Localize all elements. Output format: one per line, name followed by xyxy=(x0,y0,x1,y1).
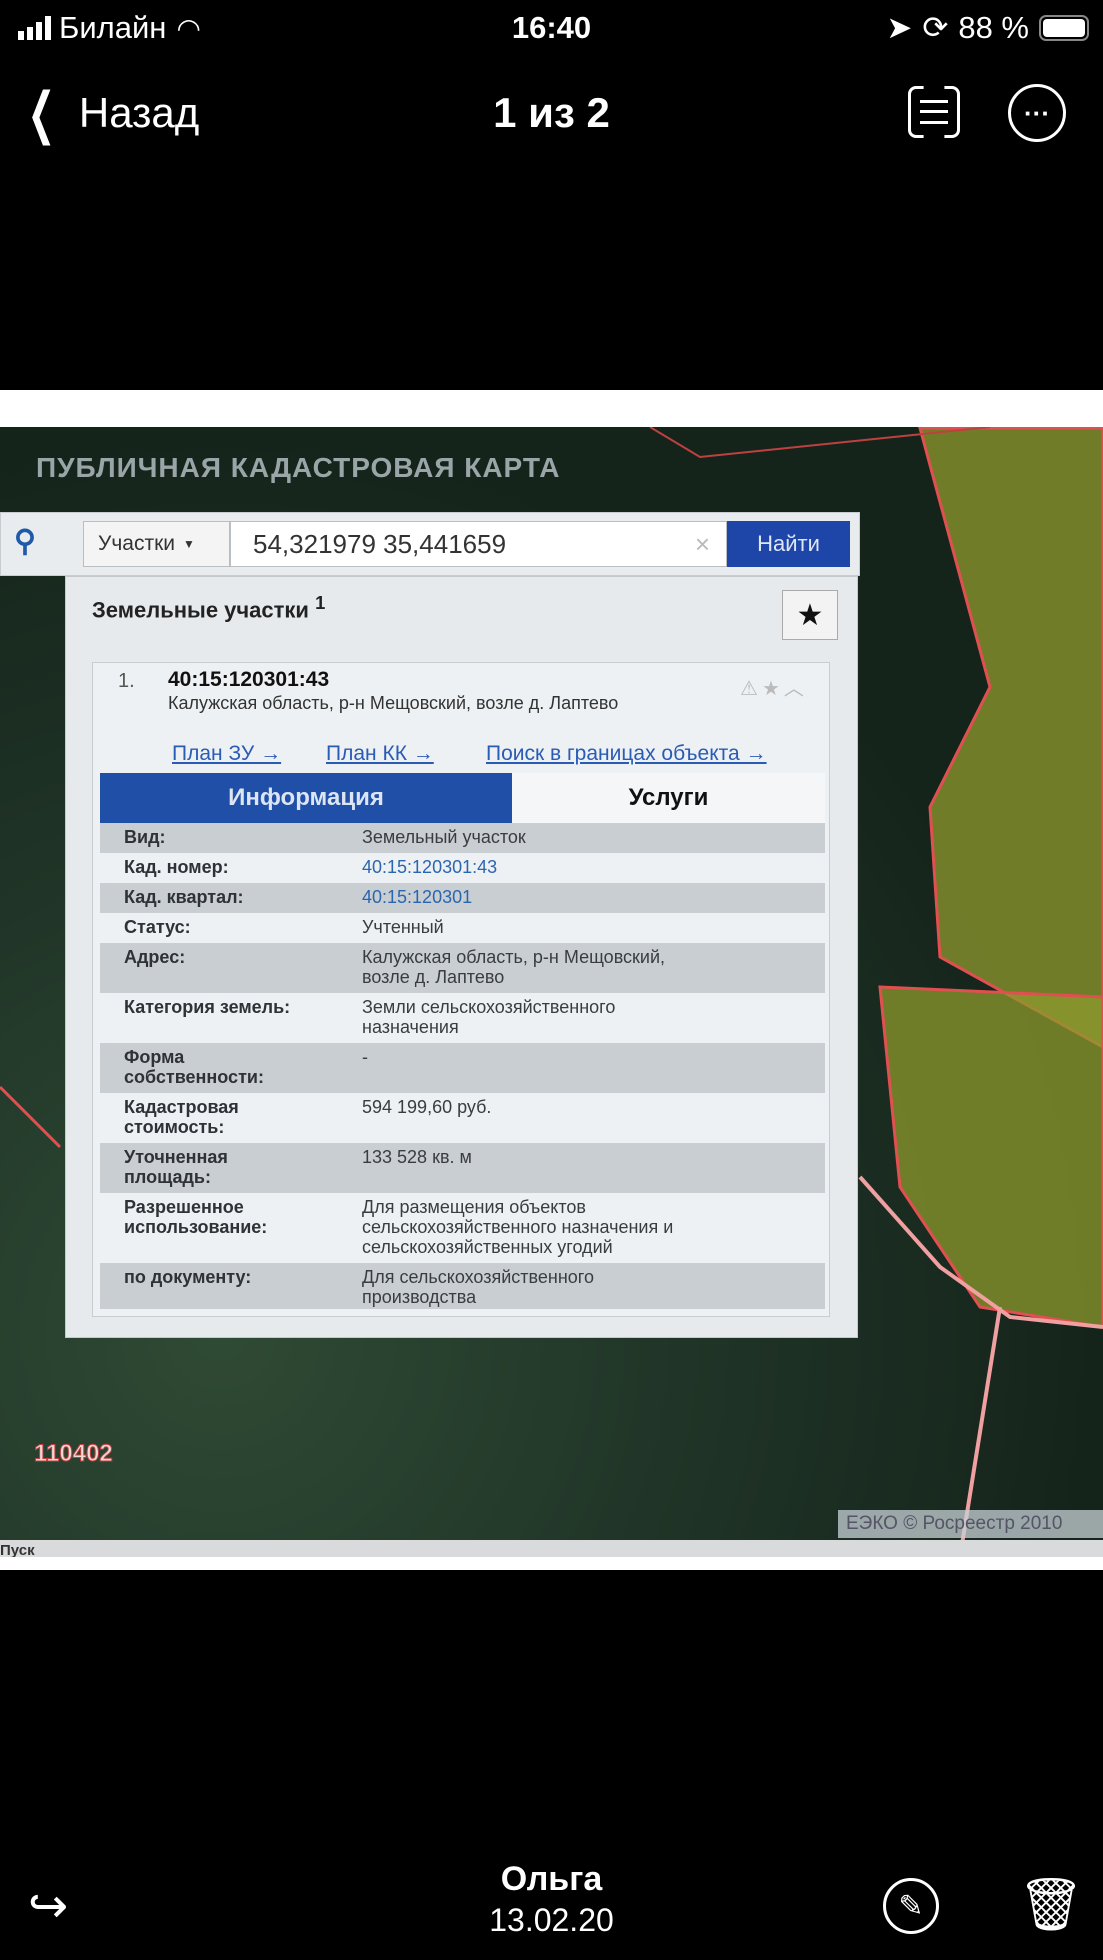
row-value: Калужская область, р-н Мещовский, возле … xyxy=(362,947,666,987)
search-input[interactable]: 54,321979 35,441659 × xyxy=(230,521,727,567)
search-query: 54,321979 35,441659 xyxy=(253,528,507,559)
rotation-lock-icon: ⟳ xyxy=(922,10,949,45)
search-icon[interactable]: ⚲ xyxy=(14,524,36,559)
info-row: по документу: Для сельскохозяйственного п… xyxy=(100,1263,825,1309)
row-label: Уточненная площадь: xyxy=(124,1147,228,1187)
row-value[interactable]: 40:15:120301 xyxy=(362,887,825,909)
plan-zu-link[interactable]: План ЗУ → xyxy=(172,742,281,766)
map-title: ПУБЛИЧНАЯ КАДАСТРОВАЯ КАРТА xyxy=(36,452,561,483)
info-row: Уточненная площадь: 133 528 кв. м xyxy=(100,1143,825,1193)
info-row: Кадастровая стоимость: 594 199,60 руб. xyxy=(100,1093,825,1143)
taskbar: Пуск xyxy=(0,1540,1103,1557)
ellipsis-icon: ··· xyxy=(1024,97,1050,128)
row-label: Кад. квартал: xyxy=(124,887,244,907)
map-copyright: ЕЭКО © Росреестр 2010 xyxy=(838,1510,1103,1538)
delete-button[interactable]: 🗑 xyxy=(1018,1874,1084,1935)
tab-information[interactable]: Информация xyxy=(100,773,512,823)
row-value: Для сельскохозяйственного производства xyxy=(362,1267,594,1307)
tab-services[interactable]: Услуги xyxy=(512,773,825,823)
info-row: Категория земель: Земли сельскохозяйствен… xyxy=(100,993,825,1043)
chevron-up-icon[interactable]: ︿ xyxy=(784,678,808,700)
row-label: Категория земель: xyxy=(124,997,291,1017)
chevron-left-icon: ❮ xyxy=(27,80,56,144)
markup-button[interactable]: ✎ xyxy=(883,1878,939,1934)
search-type-dropdown[interactable]: Участки ▼ xyxy=(83,521,230,567)
markup-pen-icon: ✎ xyxy=(898,1889,924,1923)
row-value: Для размещения объектов сельскохозяйстве… xyxy=(362,1197,674,1257)
info-row: Кад. номер: 40:15:120301:43 xyxy=(100,853,825,883)
clear-icon[interactable]: × xyxy=(695,529,710,560)
row-label: Разрешенное использование: xyxy=(124,1197,268,1237)
search-in-bounds-link[interactable]: Поиск в границах объекта → xyxy=(486,742,767,766)
row-value: Земли сельскохозяйственного назначения xyxy=(362,997,616,1037)
back-label: Назад xyxy=(78,88,200,136)
info-row: Вид: Земельный участок xyxy=(100,823,825,853)
row-label: Адрес: xyxy=(124,947,186,967)
parcel-polygon xyxy=(878,985,1103,1329)
start-button[interactable]: Пуск xyxy=(0,1542,35,1557)
back-button[interactable]: ❮ Назад xyxy=(18,80,199,145)
results-count: 1 xyxy=(315,592,326,613)
location-icon: ➤ xyxy=(886,10,913,45)
result-number[interactable]: 40:15:120301:43 xyxy=(168,668,329,692)
info-row: Форма собственности: - xyxy=(100,1043,825,1093)
parcel-polygon xyxy=(918,427,1103,1049)
favorites-button[interactable]: ★ xyxy=(782,590,838,640)
info-row: Статус: Учтенный xyxy=(100,913,825,943)
info-row: Кад. квартал: 40:15:120301 xyxy=(100,883,825,913)
battery-icon xyxy=(1039,15,1089,41)
caret-down-icon: ▼ xyxy=(183,537,195,551)
star-icon[interactable]: ★ xyxy=(762,678,784,700)
info-row: Разрешенное использование: Для размещения… xyxy=(100,1193,825,1263)
status-right: ➤ ⟳ 88 % xyxy=(886,8,1089,48)
sender-name: Ольга xyxy=(500,1860,603,1898)
row-label: Кадастровая стоимость: xyxy=(124,1097,239,1137)
row-value: 594 199,60 руб. xyxy=(362,1097,492,1117)
row-label: по документу: xyxy=(124,1267,252,1287)
dropdown-label: Участки xyxy=(98,532,175,555)
result-address: Калужская область, р-н Мещовский, возле … xyxy=(168,693,619,713)
info-row: Адрес: Калужская область, р-н Мещовский, … xyxy=(100,943,825,993)
find-button[interactable]: Найти xyxy=(727,521,850,567)
row-value: Земельный участок xyxy=(362,827,526,847)
row-value: Учтенный xyxy=(362,917,444,937)
row-value[interactable]: 40:15:120301:43 xyxy=(362,857,825,879)
trash-icon: 🗑 xyxy=(1018,1876,1085,1934)
row-value: 133 528 кв. м xyxy=(362,1147,472,1167)
row-value: - xyxy=(362,1047,368,1067)
warning-icon[interactable]: ⚠ xyxy=(740,678,762,700)
battery-percent: 88 % xyxy=(958,10,1029,45)
row-label: Статус: xyxy=(124,917,191,937)
plan-kk-link[interactable]: План КК → xyxy=(326,742,434,766)
map-parcel-label: 110402 xyxy=(34,1440,114,1468)
text-scan-icon xyxy=(920,100,948,124)
more-button[interactable]: ··· xyxy=(1008,84,1066,142)
row-label: Кад. номер: xyxy=(124,857,229,877)
star-icon: ★ xyxy=(796,598,824,632)
row-label: Форма собственности: xyxy=(124,1047,264,1087)
results-header: Земельные участки 1 xyxy=(92,592,326,623)
result-index: 1. xyxy=(118,670,135,692)
info-table: Вид: Земельный участок Кад. номер: 40:15:1… xyxy=(100,823,825,1309)
result-actions: ⚠★︿ xyxy=(740,672,808,701)
boundary-line xyxy=(0,1085,62,1149)
row-label: Вид: xyxy=(124,827,166,847)
